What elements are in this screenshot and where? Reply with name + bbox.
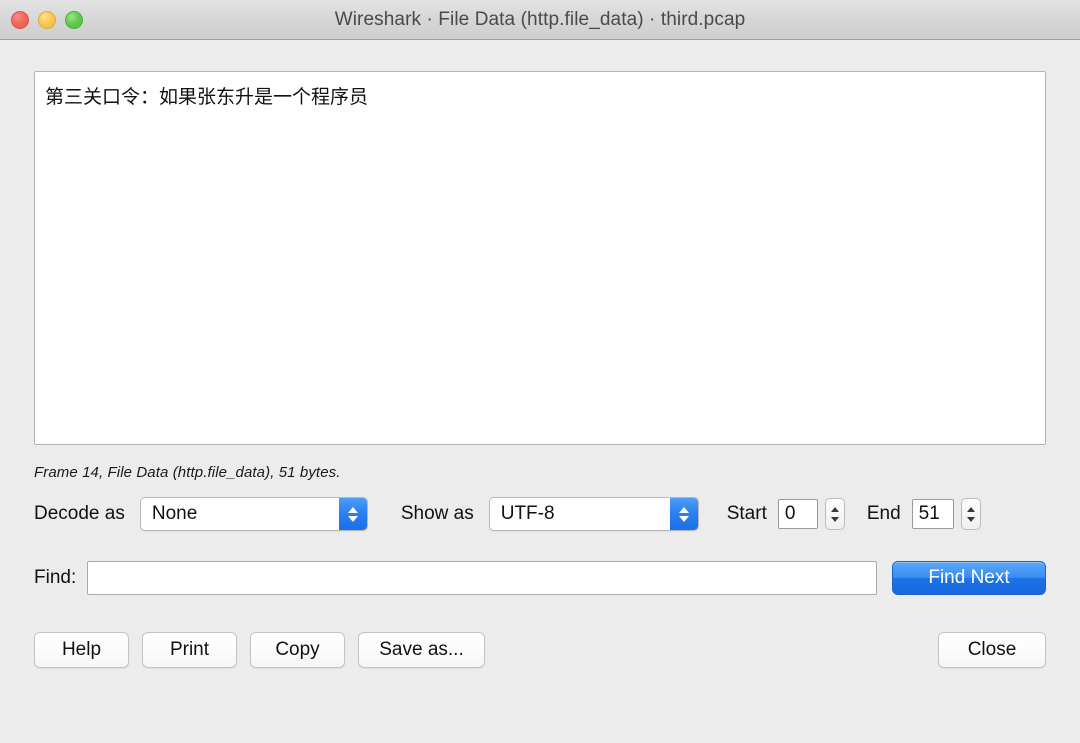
start-input[interactable]: 0	[777, 499, 818, 529]
end-label: End	[866, 503, 901, 524]
file-data-text: 第三关口令：如果张东升是一个程序员	[45, 86, 369, 108]
chevron-down-icon[interactable]	[966, 516, 975, 522]
end-stepper[interactable]	[960, 498, 981, 530]
save-as-button[interactable]: Save as...	[358, 632, 485, 668]
traffic-light-group	[11, 10, 83, 29]
decode-as-select[interactable]: None	[139, 497, 368, 531]
chevron-updown-icon[interactable]	[669, 498, 698, 530]
find-input[interactable]	[87, 561, 877, 595]
show-as-select[interactable]: UTF-8	[488, 497, 699, 531]
window-close-icon[interactable]	[11, 10, 29, 29]
dialog-body: 第三关口令：如果张东升是一个程序员 Frame 14, File Data (h…	[0, 40, 1080, 743]
show-as-value: UTF-8	[500, 503, 555, 524]
chevron-up-icon[interactable]	[830, 506, 839, 512]
start-stepper[interactable]	[824, 498, 845, 530]
help-button[interactable]: Help	[34, 632, 129, 668]
find-label: Find:	[34, 567, 77, 588]
chevron-updown-icon[interactable]	[338, 498, 367, 530]
end-input[interactable]: 51	[911, 499, 954, 529]
close-button[interactable]: Close	[938, 632, 1046, 668]
end-value: 51	[918, 503, 940, 524]
window-minimize-icon[interactable]	[38, 10, 56, 29]
find-next-button[interactable]: Find Next	[892, 561, 1046, 595]
print-button[interactable]: Print	[142, 632, 237, 668]
wireshark-file-data-dialog: Wireshark · File Data (http.file_data) ·…	[0, 0, 1080, 743]
start-value: 0	[784, 503, 796, 524]
window-title: Wireshark · File Data (http.file_data) ·…	[334, 8, 746, 30]
start-label: Start	[726, 503, 767, 524]
find-row: Find: Find Next	[34, 561, 1046, 595]
file-data-view[interactable]: 第三关口令：如果张东升是一个程序员	[34, 71, 1046, 445]
chevron-up-icon[interactable]	[966, 506, 975, 512]
window-maximize-icon[interactable]	[65, 10, 83, 29]
title-bar: Wireshark · File Data (http.file_data) ·…	[0, 0, 1080, 40]
decode-controls-row: Decode as None Show as UTF-8 Start 0 End…	[34, 497, 1046, 531]
frame-status-text: Frame 14, File Data (http.file_data), 51…	[34, 464, 341, 481]
copy-button[interactable]: Copy	[250, 632, 345, 668]
show-as-label: Show as	[400, 503, 474, 524]
dialog-button-row: Help Print Copy Save as... Close	[34, 632, 1046, 668]
decode-as-value: None	[151, 503, 198, 524]
chevron-down-icon[interactable]	[830, 516, 839, 522]
decode-as-label: Decode as	[34, 503, 125, 524]
